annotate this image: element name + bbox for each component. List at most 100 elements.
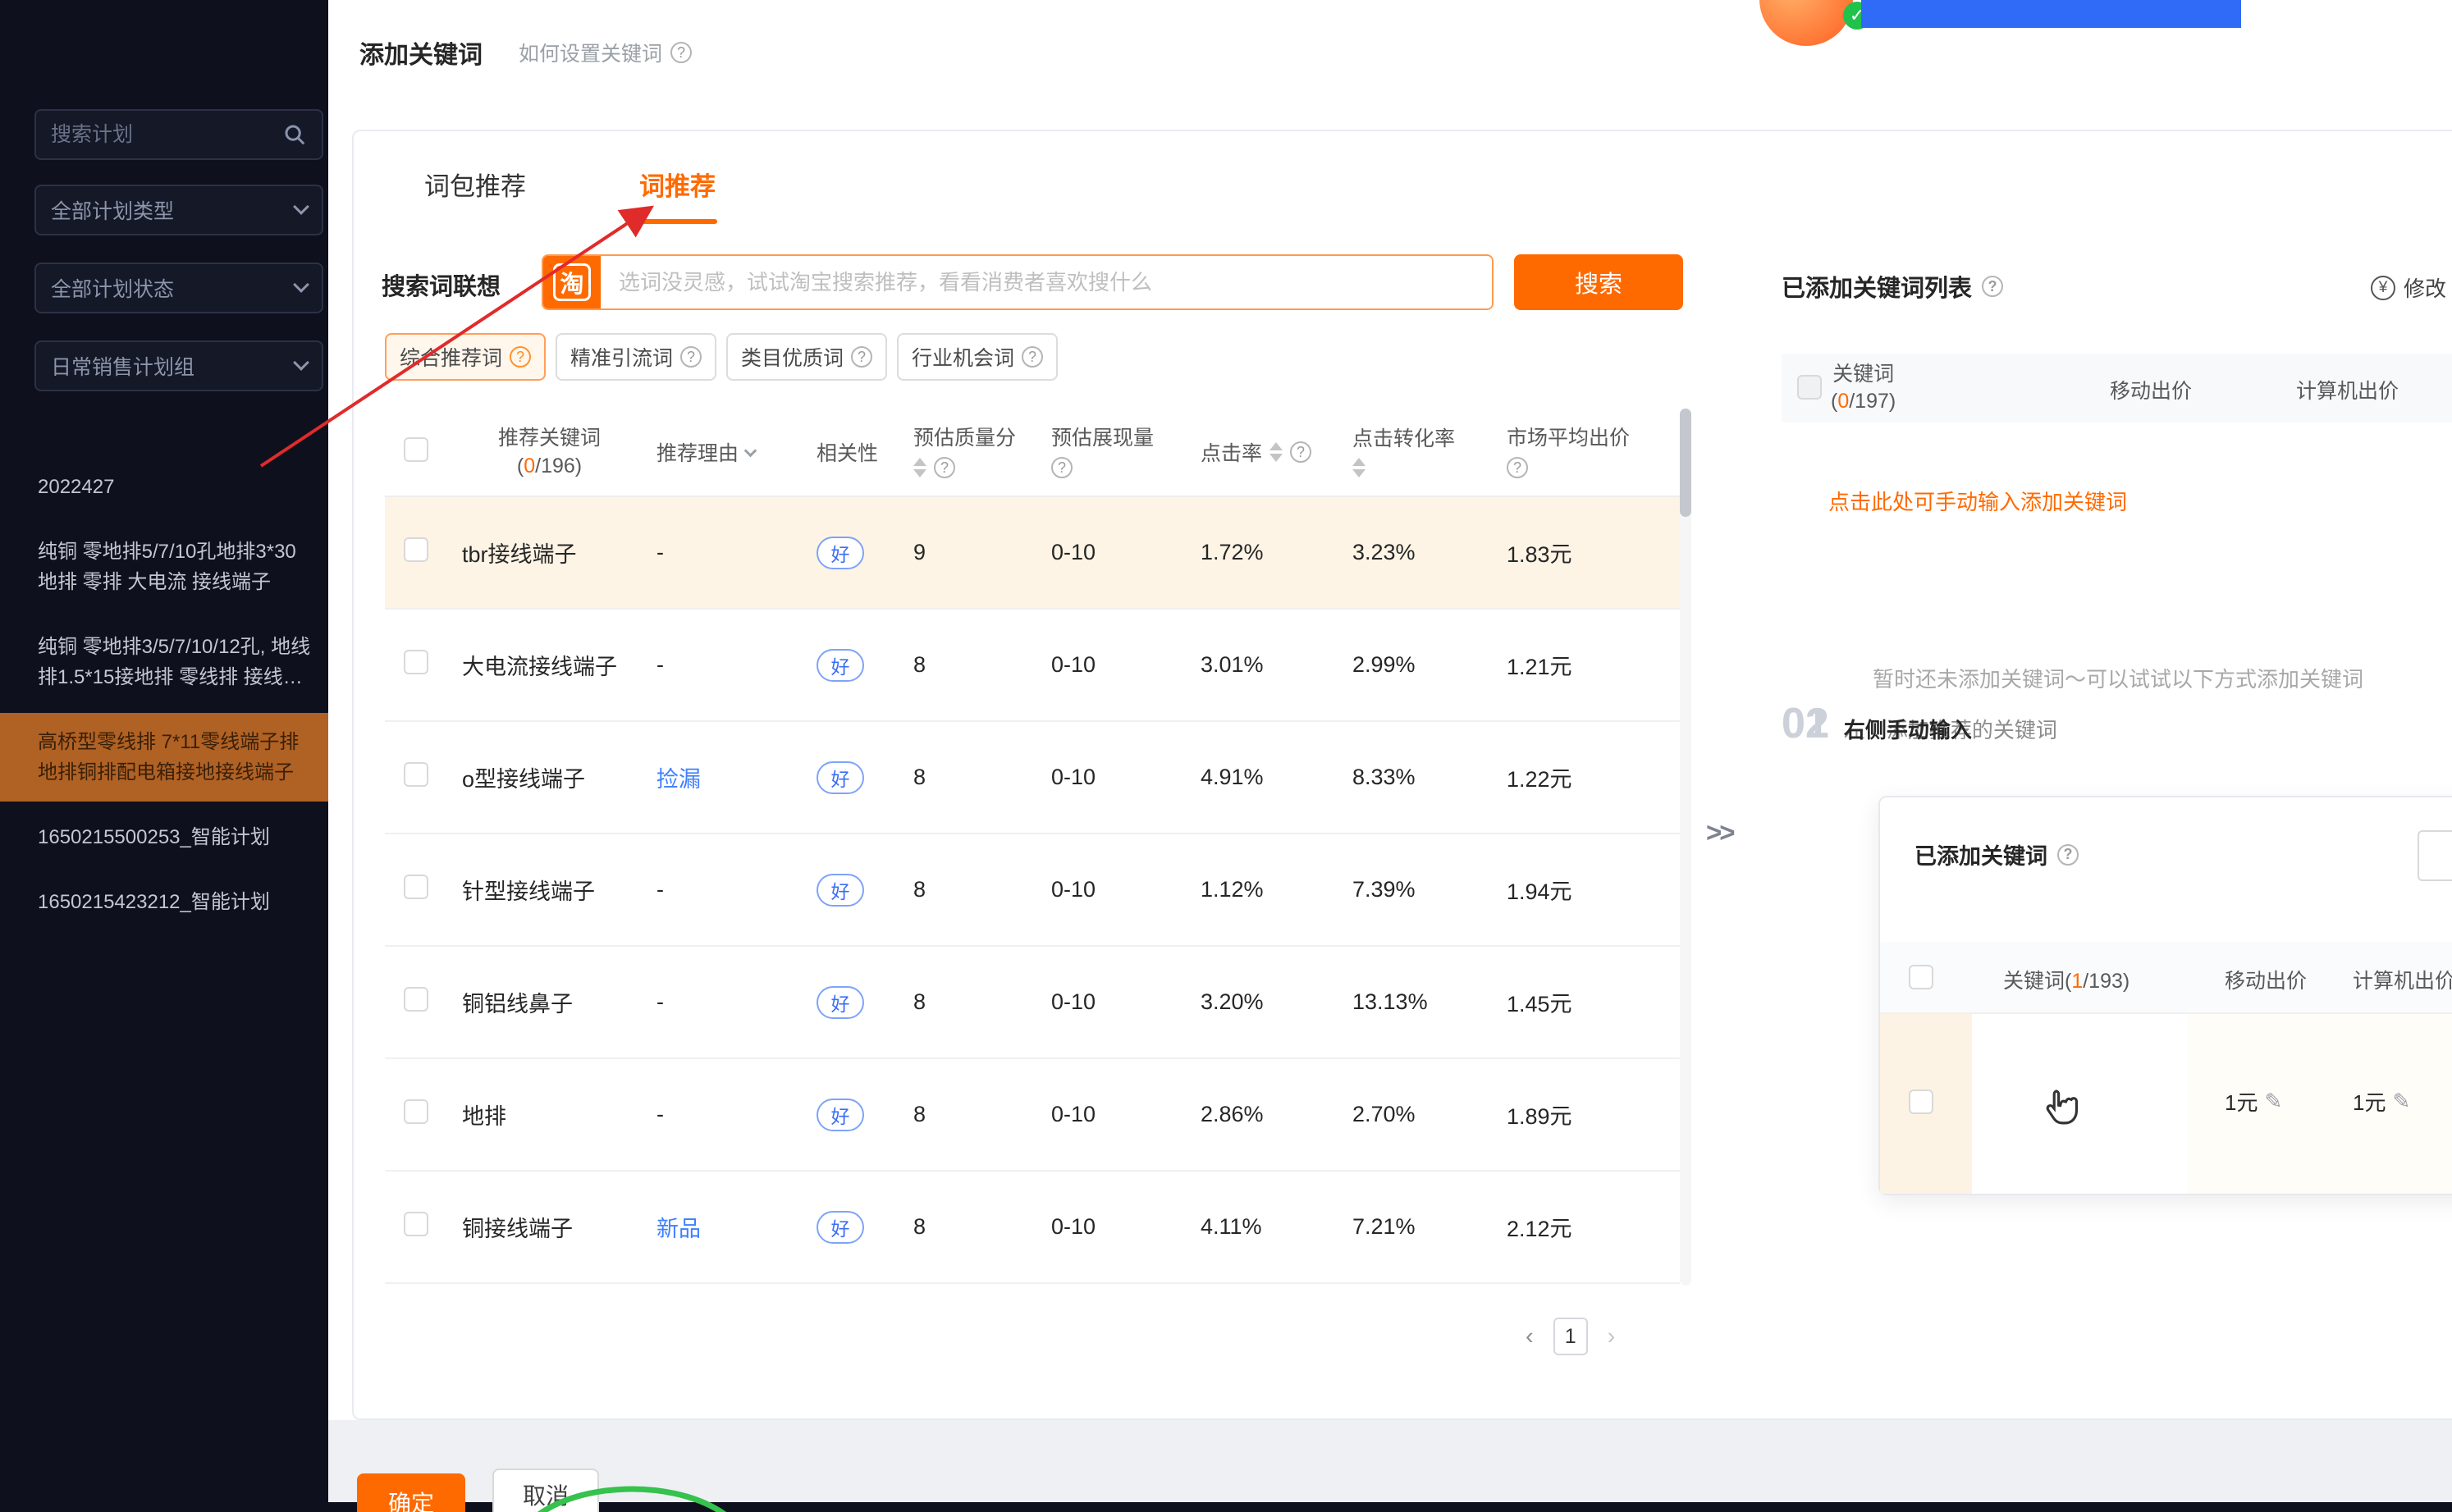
column-header-price: 市场平均出价 — [1502, 426, 1676, 478]
collapse-panel-button[interactable]: >> — [1706, 817, 1733, 848]
question-icon[interactable] — [1022, 346, 1043, 368]
sidebar-plan-item[interactable]: 1650215423212_智能计划 — [0, 873, 328, 931]
row-checkbox[interactable] — [404, 875, 428, 899]
tab[interactable]: 词包推荐 — [424, 166, 526, 224]
keyword-cell: 大电流接线端子 — [442, 649, 652, 681]
edit-icon[interactable]: ✎ — [2392, 1089, 2410, 1114]
impressions-cell: 0-10 — [1046, 540, 1196, 565]
row-checkbox[interactable] — [404, 650, 428, 674]
empty-hint-text: 暂时还未添加关键词～可以试试以下方式添加关键词 — [1873, 663, 2363, 693]
keyword-search-box: 淘 — [542, 254, 1494, 310]
column-header-keyword: 推荐关键词 (0/196) — [442, 424, 652, 480]
mobile-bid-cell[interactable]: 1元 ✎ — [2225, 1086, 2282, 1117]
sidebar-plan-item[interactable]: 纯铜 零地排3/5/7/10/12孔, 地线排1.5*15接地排 零线排 接线端… — [0, 618, 328, 706]
help-link[interactable]: 如何设置关键词 — [519, 38, 692, 67]
plan-filters: 全部计划类型 全部计划状态 日常销售计划组 — [34, 185, 323, 391]
column-header-mobile-bid: 移动出价 — [2225, 965, 2307, 994]
edit-icon[interactable]: ✎ — [2264, 1089, 2282, 1114]
reason-cell: 新品 — [652, 1211, 812, 1243]
step-text: 右侧手动输入 — [1844, 714, 1972, 744]
keyword-table-row: 铜铝线鼻子 - 好 8 0-10 3.20% 13.13% 1.45元 — [385, 947, 1680, 1059]
dropdown-label: 日常销售计划组 — [51, 351, 194, 381]
sort-icon[interactable] — [1352, 458, 1366, 477]
relevance-badge: 好 — [817, 874, 864, 907]
recommend-type-chip[interactable]: 行业机会词 — [897, 333, 1058, 381]
price-cell: 1.21元 — [1502, 649, 1676, 681]
plan-filter-dropdown[interactable]: 全部计划状态 — [34, 263, 323, 313]
modify-bid-button[interactable]: ¥ 修改 — [2371, 272, 2446, 303]
question-icon[interactable] — [1290, 441, 1311, 463]
sort-icon[interactable] — [913, 458, 926, 477]
select-all-checkbox[interactable] — [404, 437, 428, 462]
plan-filter-dropdown[interactable]: 日常销售计划组 — [34, 340, 323, 391]
search-icon[interactable] — [282, 122, 307, 147]
row-checkbox[interactable] — [404, 537, 428, 562]
sort-icon[interactable] — [1269, 442, 1283, 462]
scrollbar-thumb[interactable] — [1680, 409, 1691, 517]
question-icon[interactable] — [2057, 844, 2079, 866]
ctr-cell: 4.91% — [1196, 765, 1347, 790]
yuan-circle-icon: ¥ — [2371, 276, 2395, 300]
confirm-button[interactable]: 确定 — [357, 1473, 465, 1512]
ctr-cell: 2.86% — [1196, 1102, 1347, 1127]
next-page-button[interactable]: › — [1608, 1323, 1616, 1350]
table-scrollbar[interactable] — [1680, 409, 1691, 1286]
page-number[interactable]: 1 — [1553, 1318, 1588, 1355]
plan-filter-dropdown[interactable]: 全部计划类型 — [34, 185, 323, 235]
pc-bid-cell[interactable]: 1元 ✎ — [2353, 1086, 2410, 1117]
tab[interactable]: 词推荐 — [639, 166, 716, 224]
keyword-cell: o型接线端子 — [442, 761, 652, 793]
search-button[interactable]: 搜索 — [1514, 254, 1683, 310]
question-icon[interactable] — [851, 346, 872, 368]
ctr-cell: 4.11% — [1196, 1214, 1347, 1240]
ctr-cell: 3.20% — [1196, 989, 1347, 1015]
impressions-cell: 0-10 — [1046, 652, 1196, 678]
recommend-type-chip[interactable]: 类目优质词 — [726, 333, 887, 381]
popup-search-input[interactable] — [2418, 830, 2452, 881]
recommend-type-chip[interactable]: 综合推荐词 — [385, 333, 546, 381]
recommend-type-chip[interactable]: 精准引流词 — [556, 333, 716, 381]
impressions-cell: 0-10 — [1046, 877, 1196, 902]
relevance-badge: 好 — [817, 649, 864, 682]
column-header-ctr: 点击率 — [1196, 437, 1347, 467]
sidebar-plan-item[interactable]: 1650215500253_智能计划 — [0, 808, 328, 866]
select-all-checkbox[interactable] — [1797, 375, 1822, 400]
row-checkbox[interactable] — [404, 987, 428, 1012]
taobao-logo-icon: 淘 — [543, 256, 601, 308]
row-checkbox[interactable] — [404, 1212, 428, 1236]
cvr-cell: 2.70% — [1347, 1102, 1502, 1127]
cancel-button[interactable]: 取消 — [492, 1469, 599, 1512]
column-header-reason[interactable]: 推荐理由 — [652, 437, 812, 467]
keyword-cell: 针型接线端子 — [442, 874, 652, 906]
select-all-checkbox[interactable] — [1909, 965, 1933, 989]
impressions-cell: 0-10 — [1046, 765, 1196, 790]
manual-add-link[interactable]: 点击此处可手动输入添加关键词 — [1828, 486, 2127, 516]
sidebar-plan-item[interactable]: 纯铜 零地排5/7/10孔地排3*30 地排 零排 大电流 接线端子 — [0, 523, 328, 611]
question-icon[interactable] — [510, 346, 531, 368]
question-icon[interactable] — [934, 457, 955, 478]
question-icon[interactable] — [1507, 457, 1528, 478]
question-icon[interactable] — [1051, 457, 1073, 478]
chevron-down-icon — [744, 444, 757, 457]
question-icon[interactable] — [680, 346, 702, 368]
plan-search-box — [34, 109, 323, 160]
question-icon[interactable] — [670, 42, 692, 63]
sidebar-plan-item[interactable]: 2022427 — [0, 458, 328, 516]
relevance-badge: 好 — [817, 986, 864, 1019]
quality-cell: 9 — [908, 540, 1046, 565]
tab-label: 词包推荐 — [424, 172, 526, 201]
chip-label: 综合推荐词 — [400, 342, 502, 372]
column-header-keyword: 关键词 (0/197) — [1831, 361, 1896, 415]
row-checkbox[interactable] — [404, 1099, 428, 1124]
row-checkbox[interactable] — [404, 762, 428, 787]
sidebar: 全部计划类型 全部计划状态 日常销售计划组 2022427 纯铜 零地排5/7/… — [0, 0, 328, 1512]
impressions-cell: 0-10 — [1046, 1214, 1196, 1240]
row-checkbox[interactable] — [1909, 1089, 1933, 1114]
prev-page-button[interactable]: ‹ — [1526, 1323, 1534, 1350]
sidebar-plan-item[interactable]: 高桥型零线排 7*11零线端子排 地排铜排配电箱接地接线端子 — [0, 713, 328, 802]
tab-bar: 词包推荐 词推荐 — [424, 166, 716, 224]
keyword-cell[interactable] — [1972, 1014, 2187, 1194]
keyword-search-input[interactable] — [601, 256, 1492, 308]
plan-search-input[interactable] — [51, 123, 282, 147]
question-icon[interactable] — [1982, 276, 2003, 297]
